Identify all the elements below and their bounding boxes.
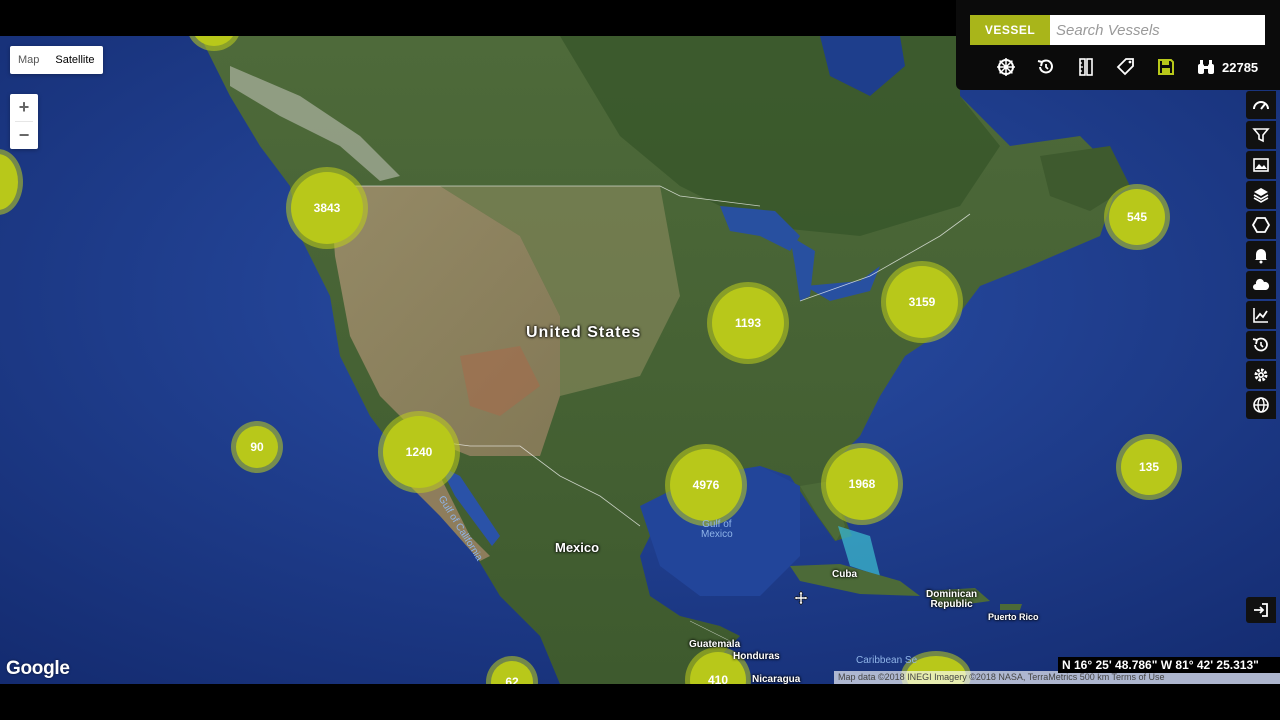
label-guatemala: Guatemala — [689, 639, 741, 650]
vessel-button[interactable]: VESSEL — [970, 15, 1050, 45]
layers-icon[interactable] — [1246, 181, 1276, 209]
bell-icon[interactable] — [1246, 241, 1276, 269]
vessel-cluster[interactable]: 545 — [1109, 189, 1165, 245]
tags-icon[interactable] — [1114, 55, 1138, 79]
label-cuba: Cuba — [832, 569, 857, 580]
vessel-cluster[interactable]: 1193 — [712, 287, 784, 359]
hexagon-icon[interactable] — [1246, 211, 1276, 239]
label-puerto-rico: Puerto Rico — [988, 612, 1039, 622]
label-honduras: Honduras — [733, 651, 780, 662]
vessel-toolbar: 22785 — [994, 55, 1258, 79]
settings-icon[interactable] — [1246, 361, 1276, 389]
vessel-cluster[interactable]: 3843 — [291, 172, 363, 244]
exit-icon[interactable] — [1246, 597, 1276, 623]
label-mexico: Mexico — [555, 540, 600, 555]
label-caribbean-sea: Caribbean Se — [856, 655, 918, 666]
map-canvas[interactable]: 3843 545 3159 1193 90 1240 4976 1968 135… — [0, 36, 1280, 684]
zoom-out-button[interactable]: − — [10, 122, 38, 149]
filter-icon[interactable] — [1246, 121, 1276, 149]
ruler-icon[interactable] — [1074, 55, 1098, 79]
image-icon[interactable] — [1246, 151, 1276, 179]
map-type-map-button[interactable]: Map — [10, 46, 47, 74]
speedometer-icon[interactable] — [1246, 91, 1276, 119]
label-united-states: United States — [526, 324, 642, 341]
vessel-cluster[interactable]: 4976 — [670, 449, 742, 521]
zoom-in-button[interactable]: + — [10, 94, 38, 121]
label-dominican-republic: Dominican Republic — [926, 589, 978, 610]
save-icon[interactable] — [1154, 55, 1178, 79]
satellite-imagery — [0, 36, 1280, 684]
globe-icon[interactable] — [1246, 391, 1276, 419]
vessel-cluster[interactable]: 1240 — [383, 416, 455, 488]
move-cursor-icon — [794, 591, 808, 605]
cursor-coordinates: N 16° 25' 48.786" W 81° 42' 25.313" — [1058, 657, 1280, 673]
google-logo: Google — [6, 658, 70, 679]
vessel-cluster[interactable]: 1968 — [826, 448, 898, 520]
vessel-cluster[interactable]: 135 — [1121, 439, 1177, 495]
label-nicaragua: Nicaragua — [752, 674, 801, 684]
chart-icon[interactable] — [1246, 301, 1276, 329]
vessel-cluster[interactable]: 90 — [236, 426, 278, 468]
map-type-control: Map Satellite — [10, 46, 103, 74]
map-type-satellite-button[interactable]: Satellite — [47, 46, 102, 74]
ship-wheel-icon[interactable] — [994, 55, 1018, 79]
history-icon[interactable] — [1246, 331, 1276, 359]
binoculars-icon[interactable] — [1194, 55, 1218, 79]
cloud-icon[interactable] — [1246, 271, 1276, 299]
vessel-search-input[interactable] — [1050, 15, 1265, 45]
vessel-cluster[interactable]: 3159 — [886, 266, 958, 338]
right-sidebar — [1246, 91, 1280, 421]
letterbox-bottom — [0, 684, 1280, 720]
zoom-control: + − — [10, 94, 38, 149]
vessel-count: 22785 — [1222, 59, 1259, 75]
vessel-search-panel: VESSEL 22785 — [956, 0, 1280, 90]
label-gulf-of-mexico: Gulf of Mexico — [701, 519, 733, 540]
history-icon[interactable] — [1034, 55, 1058, 79]
